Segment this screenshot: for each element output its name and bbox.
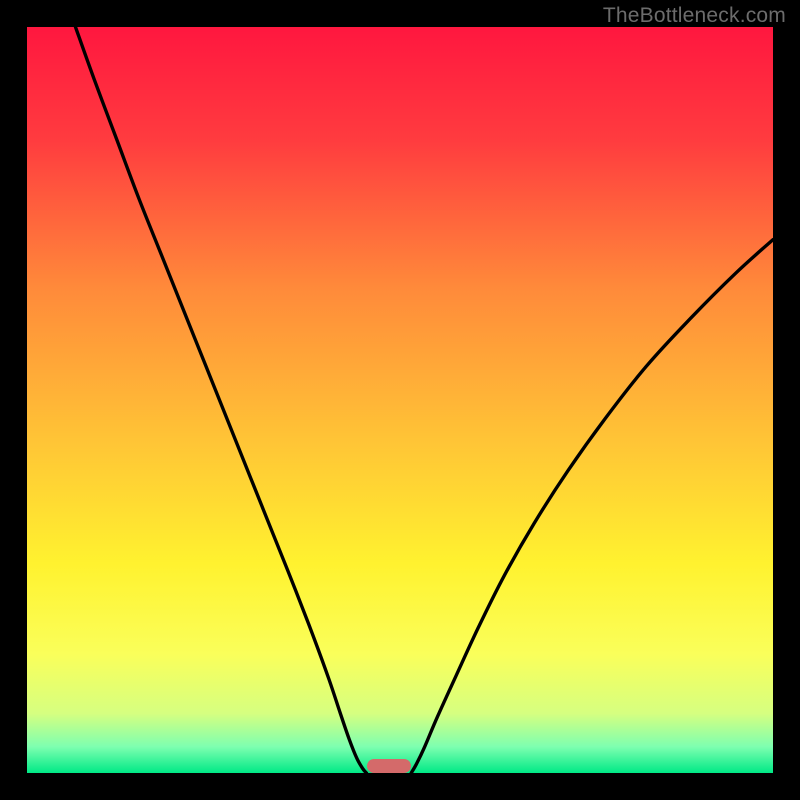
right-curve (411, 240, 773, 773)
plot-area (27, 27, 773, 773)
left-curve (75, 27, 366, 773)
watermark-text: TheBottleneck.com (603, 4, 786, 28)
chart-frame: TheBottleneck.com (0, 0, 800, 800)
curves-layer (27, 27, 773, 773)
bottleneck-marker (367, 759, 411, 773)
